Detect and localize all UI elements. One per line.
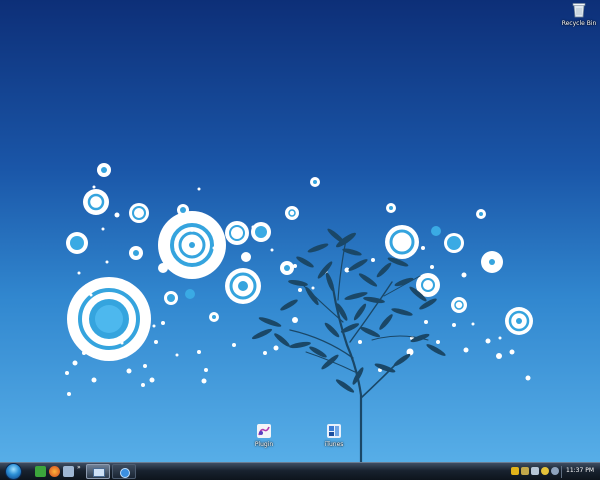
recycle-bin-label: Recycle Bin [561,20,597,27]
tray-divider [561,466,562,478]
quick-launch-overflow-icon[interactable]: » [77,464,81,471]
wallpaper-ring [70,236,84,250]
itunes-desktop-icon[interactable]: iTunes [311,422,357,449]
wallpaper-ring [133,250,139,256]
volume-icon[interactable] [531,467,539,475]
taskbar-clock[interactable]: 11:37 PM [566,467,594,474]
ie-icon [120,468,130,478]
wallpaper-ring [489,259,495,265]
recycle-bin-desktop-icon[interactable]: Recycle Bin [556,1,600,28]
wallpaper-ring [212,315,216,319]
wallpaper-ring [389,206,393,210]
wallpaper-ring [447,236,461,250]
network-icon[interactable] [521,467,529,475]
wallpaper-ring [83,189,109,215]
plugin-desktop-icon[interactable]: Plugin [241,422,287,449]
wallpaper-ring [431,226,441,236]
itunes-label: iTunes [324,441,344,448]
taskbar-ie-button[interactable] [112,464,136,479]
firefox-icon[interactable] [49,466,60,477]
wallpaper-ring [95,305,123,333]
update-icon[interactable] [551,467,559,475]
wallpaper-ring [255,226,267,238]
taskbar: » 11:37 PM [0,462,600,480]
wallpaper-ring [241,252,251,262]
wallpaper-ring [185,289,195,299]
shield-icon[interactable] [511,467,519,475]
wallpaper-ring [395,235,409,249]
wallpaper-ring [180,207,186,213]
wallpaper-ring [225,221,249,245]
itunes-icon [327,424,341,438]
show-desktop-icon[interactable] [63,466,74,477]
wallpaper-ring [101,167,107,173]
wallpaper-ring [189,242,195,248]
plugin-label: Plugin [254,441,274,448]
start-button[interactable] [5,463,22,480]
utorrent-icon[interactable] [35,466,46,477]
wallpaper-ring [167,294,175,302]
window-icon [93,468,105,477]
wallpaper-ring [451,297,467,313]
taskbar-window-button[interactable] [86,464,110,479]
wallpaper-ring [313,180,317,184]
recycle-bin-icon [572,3,586,18]
messenger-icon[interactable] [541,467,549,475]
wallpaper-ring [238,281,248,291]
wallpaper-ring [516,318,522,324]
wallpaper-ring [479,212,483,216]
desktop-wallpaper [65,163,533,462]
wallpaper-ring [285,206,299,220]
wallpaper-ring [284,265,290,271]
plugin-icon [257,424,271,438]
